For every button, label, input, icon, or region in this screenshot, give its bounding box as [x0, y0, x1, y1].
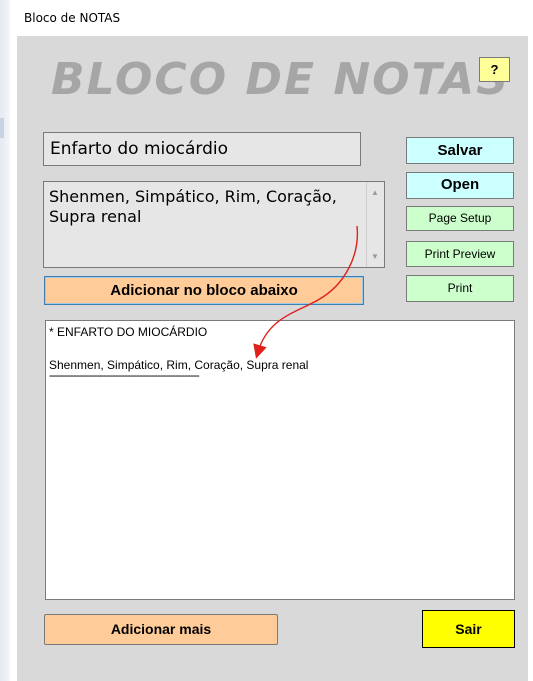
edge-accent [0, 118, 4, 138]
notes-textarea[interactable]: * ENFARTO DO MIOCÁRDIO Shenmen, Simpátic… [45, 320, 515, 600]
notes-separator-line: ----------------------------------------… [49, 368, 200, 382]
open-button[interactable]: Open [406, 172, 514, 199]
app-heading: BLOCO DE NOTAS [51, 54, 510, 105]
notes-line: * ENFARTO DO MIOCÁRDIO [49, 325, 208, 339]
left-window-edge [0, 0, 10, 681]
print-preview-button[interactable]: Print Preview [406, 241, 514, 267]
form-client-area: BLOCO DE NOTAS ? Enfarto do miocárdio Sh… [17, 36, 528, 681]
window-title: Bloco de NOTAS [24, 11, 121, 25]
app-window: Bloco de NOTAS BLOCO DE NOTAS ? Enfarto … [0, 0, 533, 681]
title-bar: Bloco de NOTAS [10, 0, 533, 36]
memo-text: Shenmen, Simpático, Rim, Coração, Supra … [49, 187, 337, 226]
scroll-up-icon[interactable]: ▲ [371, 188, 379, 197]
help-button[interactable]: ? [479, 57, 510, 82]
note-title-input[interactable]: Enfarto do miocárdio [43, 132, 361, 166]
salvar-button[interactable]: Salvar [406, 137, 514, 164]
sair-button[interactable]: Sair [422, 610, 515, 648]
memo-scrollbar[interactable]: ▲ ▼ [366, 182, 384, 267]
adicionar-no-bloco-button[interactable]: Adicionar no bloco abaixo [44, 276, 364, 305]
adicionar-mais-button[interactable]: Adicionar mais [44, 614, 278, 645]
note-memo-input[interactable]: Shenmen, Simpático, Rim, Coração, Supra … [43, 181, 385, 268]
scroll-down-icon[interactable]: ▼ [371, 252, 379, 261]
page-setup-button[interactable]: Page Setup [406, 206, 514, 231]
print-button[interactable]: Print [406, 275, 514, 302]
